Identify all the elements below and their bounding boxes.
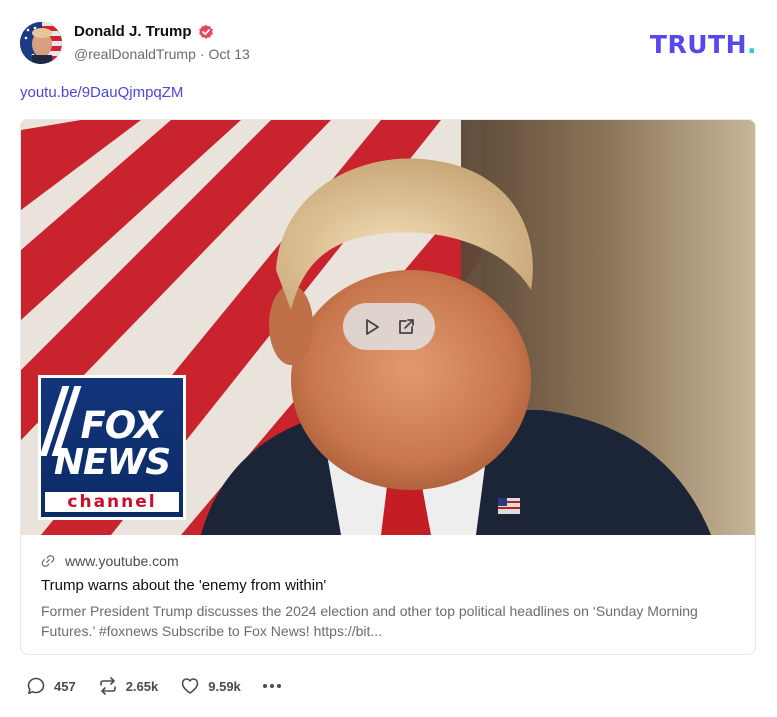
truth-social-logo[interactable]: TRUTH. <box>650 30 757 59</box>
author-meta-line: @realDonaldTrump · Oct 13 <box>74 46 250 62</box>
fox-logo-word-1: FOX <box>80 404 163 447</box>
verified-badge-icon <box>198 24 213 39</box>
video-thumbnail[interactable]: FOX NEWS channel <box>21 120 755 535</box>
like-count: 9.59k <box>208 678 241 694</box>
like-button[interactable]: 9.59k <box>180 676 241 696</box>
link-domain: www.youtube.com <box>65 553 179 569</box>
more-dots-icon <box>276 684 281 688</box>
link-card-title: Trump warns about the 'enemy from within… <box>41 577 327 594</box>
meta-separator: · <box>199 46 205 62</box>
reply-count: 457 <box>54 678 76 694</box>
play-icon[interactable] <box>362 317 382 337</box>
heart-icon <box>181 678 199 694</box>
link-card-body: www.youtube.com Trump warns about the 'e… <box>21 535 755 641</box>
external-link-icon[interactable] <box>396 317 416 337</box>
repost-icon <box>99 677 116 695</box>
fox-logo-word-2: NEWS <box>53 442 171 483</box>
more-options-button[interactable] <box>262 684 281 688</box>
link-preview-card[interactable]: FOX NEWS channel www.youtube.com Trump w… <box>20 119 756 655</box>
truth-post: Donald J. Trump @realDonaldTrump · Oct 1… <box>0 0 777 717</box>
reply-button[interactable]: 457 <box>26 676 76 696</box>
link-domain-row: www.youtube.com <box>41 551 737 571</box>
post-date[interactable]: Oct 13 <box>209 46 250 62</box>
logo-text: TRUTH <box>649 30 747 59</box>
more-dots-icon <box>262 684 267 688</box>
fox-news-logo-panel: FOX NEWS channel <box>41 378 183 517</box>
repost-button[interactable]: 2.65k <box>98 676 159 696</box>
fox-news-logo: FOX NEWS channel <box>38 375 186 520</box>
post-header: Donald J. Trump @realDonaldTrump · Oct 1… <box>20 20 757 66</box>
link-card-description: Former President Trump discusses the 202… <box>41 603 698 639</box>
more-dots-icon <box>269 684 274 688</box>
post-link[interactable]: youtu.be/9DauQjmpqZM <box>20 84 183 101</box>
author-handle[interactable]: @realDonaldTrump <box>74 46 196 62</box>
comment-icon <box>27 677 45 694</box>
author-display-name[interactable]: Donald J. Trump <box>74 23 192 40</box>
logo-dot: . <box>747 30 757 59</box>
author-name-line: Donald J. Trump <box>74 23 214 40</box>
avatar-image <box>20 22 62 64</box>
post-actions-bar: 457 2.65k 9.59k <box>26 675 281 697</box>
video-controls-pill <box>343 303 435 350</box>
repost-count: 2.65k <box>125 678 159 694</box>
author-avatar[interactable] <box>20 22 62 64</box>
link-icon <box>41 555 55 567</box>
fox-logo-channel: channel <box>45 492 179 512</box>
